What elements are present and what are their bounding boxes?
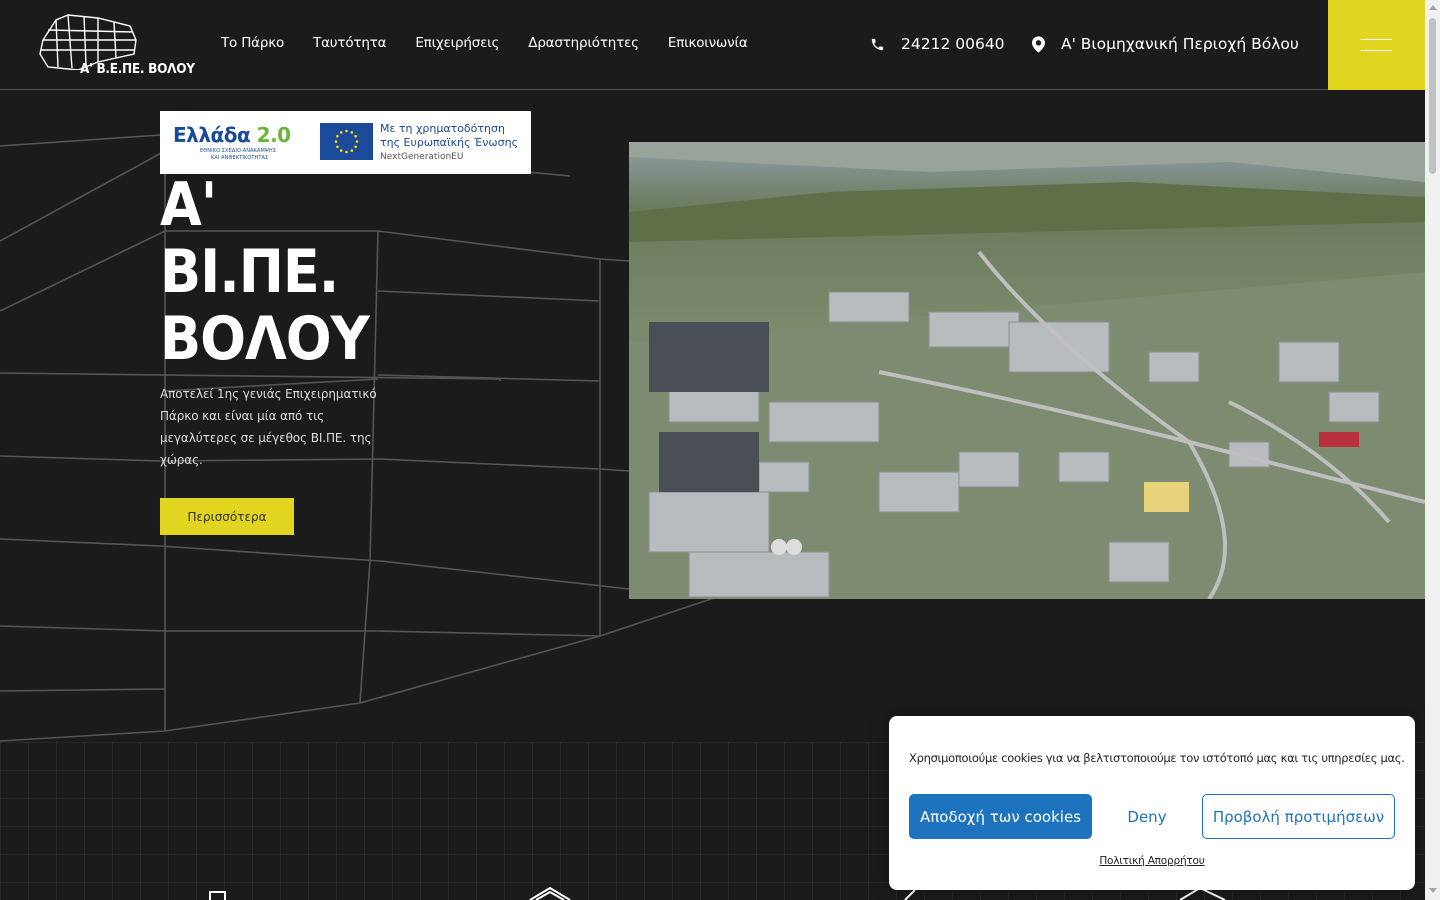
vertical-scrollbar[interactable] bbox=[1425, 0, 1440, 900]
nav-item-contact[interactable]: Επικοινωνία bbox=[668, 35, 748, 51]
nav-item-activities[interactable]: Δραστηριότητες bbox=[528, 35, 639, 51]
address-text: Α' Βιομηχανική Περιοχή Βόλου bbox=[1061, 35, 1299, 53]
greece-2-0-logo: Ελλάδα 2.0 ΕΘΝΙΚΟ ΣΧΕΔΙΟ ΑΝΑΚΑΜΨΗΣ ΚΑΙ Α… bbox=[173, 123, 291, 161]
nav-item-identity[interactable]: Ταυτότητα bbox=[313, 35, 386, 51]
building-icon bbox=[209, 891, 226, 900]
main-nav: Το Πάρκο Ταυτότητα Επιχειρήσεις Δραστηρι… bbox=[221, 35, 777, 51]
hero-title-line-3: ΒΟΛΟΥ bbox=[160, 304, 370, 374]
hero-title-line-1: Α' bbox=[160, 170, 217, 240]
hero-description: Αποτελεί 1ης γενιάς Επιχειρηματικό Πάρκο… bbox=[160, 387, 377, 467]
map-pin-icon bbox=[1032, 35, 1045, 53]
eu-flag-icon bbox=[320, 123, 373, 160]
scrollbar-thumb[interactable] bbox=[1429, 18, 1436, 174]
badge-title-main: Ελλάδα bbox=[173, 123, 257, 147]
nav-item-businesses[interactable]: Επιχειρήσεις bbox=[415, 35, 499, 51]
hamburger-line bbox=[1361, 39, 1392, 40]
badge-subtitle-2: ΚΑΙ ΑΝΘΕΚΤΙΚΟΤΗΤΑΣ bbox=[211, 155, 269, 161]
phone-number: 24212 00640 bbox=[901, 35, 1005, 53]
tool-icon bbox=[904, 889, 916, 900]
site-header: Α' Β.Ε.ΠΕ. ΒΟΛΟΥ Το Πάρκο Ταυτότητα Επιχ… bbox=[0, 0, 1425, 90]
eu-stars-icon bbox=[334, 129, 359, 154]
eu-funding-text: Με τη χρηματοδότηση της Ευρωπαϊκής Ένωση… bbox=[380, 122, 518, 164]
aerial-industrial-park-photo bbox=[629, 142, 1425, 599]
scroll-up-arrow-icon[interactable] bbox=[1429, 5, 1437, 10]
phone-icon bbox=[871, 38, 884, 50]
badge-subtitle-1: ΕΘΝΙΚΟ ΣΧΕΔΙΟ ΑΝΑΚΑΜΨΗΣ bbox=[200, 148, 277, 154]
privacy-policy-link[interactable]: Πολιτική Απορρήτου bbox=[889, 855, 1415, 867]
eu-line-3: NextGenerationEU bbox=[380, 152, 464, 162]
badge-title-version: 2.0 bbox=[256, 123, 291, 147]
hero-title-line-2: ΒΙ.ΠΕ. bbox=[160, 237, 339, 307]
deny-cookies-button[interactable]: Deny bbox=[1092, 794, 1202, 839]
aerial-photo-illustration bbox=[629, 142, 1425, 599]
header-address[interactable]: Α' Βιομηχανική Περιοχή Βόλου bbox=[1032, 35, 1299, 53]
site-logo[interactable]: Α' Β.Ε.ΠΕ. ΒΟΛΟΥ bbox=[38, 12, 195, 78]
hamburger-line bbox=[1361, 50, 1392, 51]
scroll-down-arrow-icon[interactable] bbox=[1429, 888, 1437, 893]
logo-text: Α' Β.Ε.ΠΕ. ΒΟΛΟΥ bbox=[80, 61, 195, 77]
view-preferences-button[interactable]: Προβολή προτιμήσεων bbox=[1202, 794, 1395, 839]
nav-item-park[interactable]: Το Πάρκο bbox=[221, 35, 284, 51]
home-icon bbox=[529, 886, 571, 900]
cookie-consent-banner: Χρησιμοποιούμε cookies για να βελτιστοπο… bbox=[889, 716, 1415, 890]
cookie-message: Χρησιμοποιούμε cookies για να βελτιστοπο… bbox=[909, 751, 1405, 765]
greece-2-0-funding-badge[interactable]: Ελλάδα 2.0 ΕΘΝΙΚΟ ΣΧΕΔΙΟ ΑΝΑΚΑΜΨΗΣ ΚΑΙ Α… bbox=[160, 111, 531, 174]
accept-cookies-button[interactable]: Αποδοχή των cookies bbox=[909, 794, 1092, 839]
eu-line-1: Με τη χρηματοδότηση bbox=[380, 122, 505, 135]
header-phone[interactable]: 24212 00640 bbox=[870, 35, 1005, 53]
eu-line-2: της Ευρωπαϊκής Ένωσης bbox=[380, 136, 519, 149]
more-button[interactable]: Περισσότερα bbox=[160, 498, 294, 535]
hero-title: Α' ΒΙ.ΠΕ. ΒΟΛΟΥ bbox=[160, 170, 370, 374]
hamburger-menu-button[interactable] bbox=[1328, 0, 1425, 90]
